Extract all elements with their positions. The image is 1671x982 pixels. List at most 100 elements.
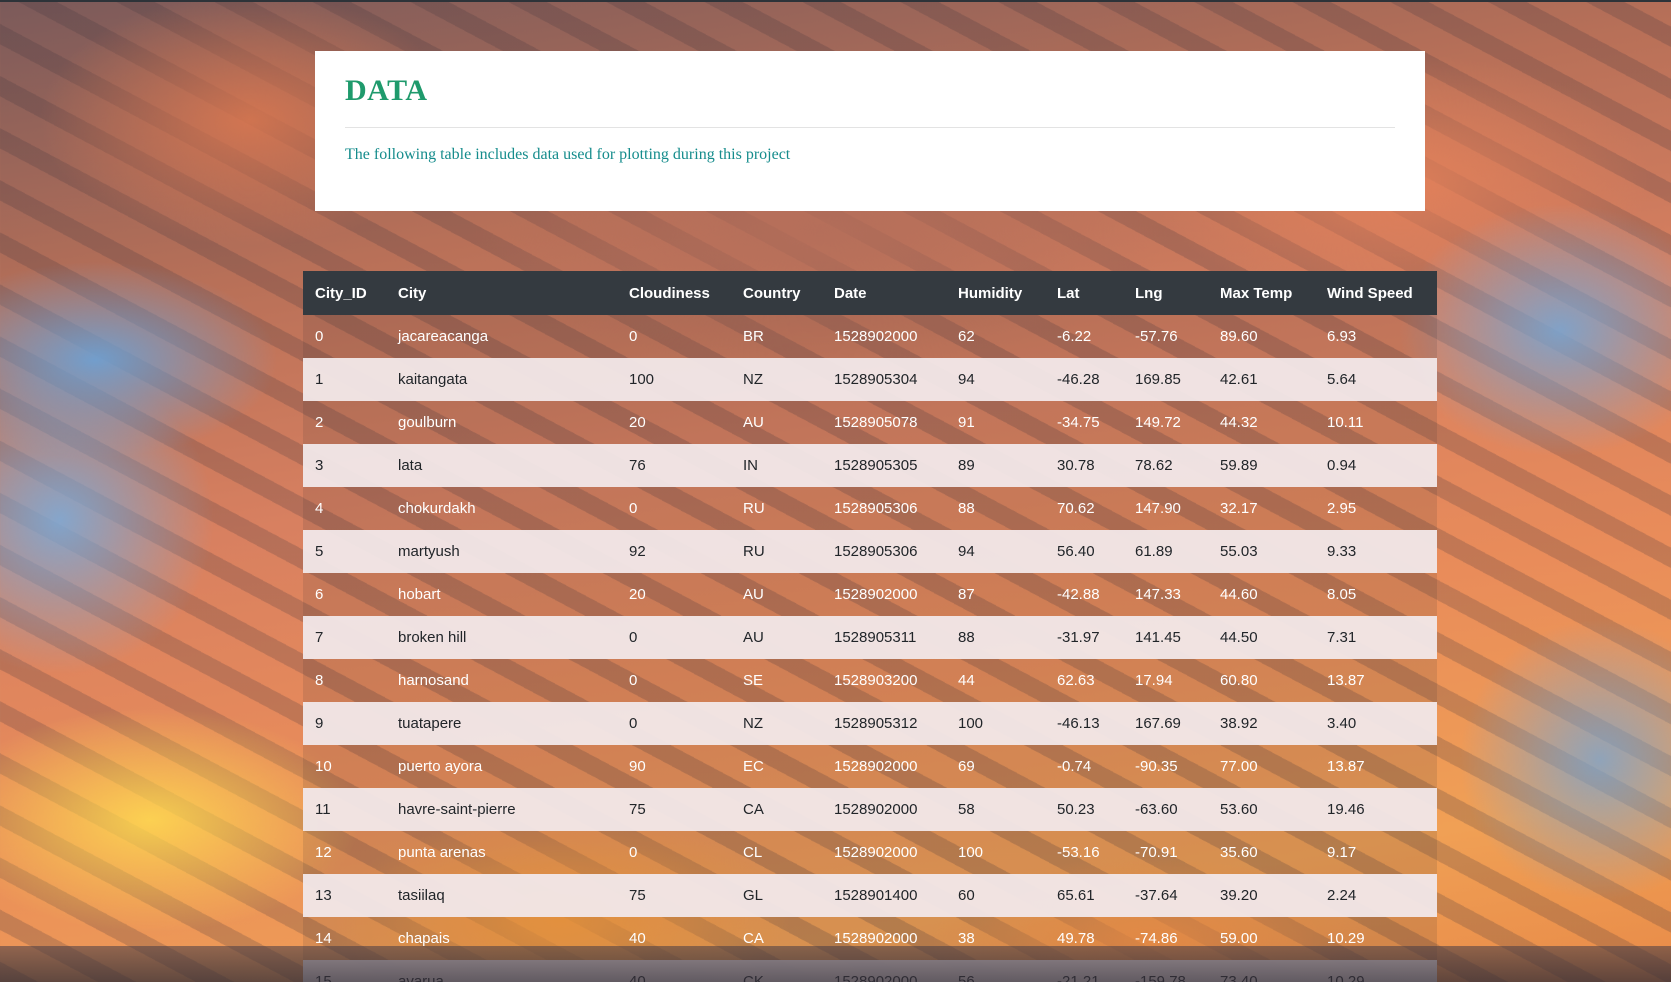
cell-lat: -46.13: [1057, 715, 1100, 732]
cell-city-id: 4: [315, 500, 324, 517]
cell-date: 1528905306: [834, 543, 918, 560]
cell-city: goulburn: [398, 414, 457, 431]
cell-city-id: 7: [315, 629, 324, 646]
cell-city-id: 8: [315, 672, 324, 689]
column-header-lng: Lng: [1135, 284, 1163, 302]
cell-lat: 50.23: [1057, 801, 1095, 818]
cell-max-temp: 42.61: [1220, 371, 1258, 388]
cell-lng: 167.69: [1135, 715, 1181, 732]
cell-wind-speed: 2.24: [1327, 887, 1357, 904]
top-bar: [0, 0, 1671, 2]
cell-country: NZ: [743, 715, 763, 732]
cell-cloudiness: 0: [629, 715, 638, 732]
cell-lat: -42.88: [1057, 586, 1100, 603]
cell-date: 1528903200: [834, 672, 918, 689]
column-header-humidity: Humidity: [958, 284, 1023, 302]
cell-city: broken hill: [398, 629, 467, 646]
cell-cloudiness: 0: [629, 629, 638, 646]
cell-country: CL: [743, 844, 763, 861]
cell-humidity: 94: [958, 371, 975, 388]
data-table-container: City_ID City Cloudiness Country Date Humidity…: [303, 271, 1437, 982]
cell-date: 1528905312: [834, 715, 918, 732]
cell-wind-speed: 2.95: [1327, 500, 1357, 517]
cell-country: AU: [743, 629, 764, 646]
table-row: 9 tuatapere 0 NZ 1528905312 100 -46.13 167.69 38…: [303, 702, 1437, 745]
cell-lat: -53.16: [1057, 844, 1100, 861]
cell-humidity: 100: [958, 715, 984, 732]
cell-cloudiness: 0: [629, 672, 638, 689]
cell-city: kaitangata: [398, 371, 468, 388]
cell-lat: 30.78: [1057, 457, 1095, 474]
column-header-city-id: City_ID: [315, 284, 367, 302]
cell-lng: -70.91: [1135, 844, 1178, 861]
cell-max-temp: 38.92: [1220, 715, 1258, 732]
cell-date: 1528905078: [834, 414, 918, 431]
cell-date: 1528902000: [834, 801, 918, 818]
cell-lat: -0.74: [1057, 758, 1092, 775]
table-row: 8 harnosand 0 SE 1528903200 44 62.63 17.94 60.80…: [303, 659, 1437, 702]
table-header: City_ID City Cloudiness Country Date Humidity…: [303, 271, 1437, 315]
cell-date: 1528902000: [834, 844, 918, 861]
cell-max-temp: 77.00: [1220, 758, 1258, 775]
cell-lat: -31.97: [1057, 629, 1100, 646]
cell-lat: 65.61: [1057, 887, 1095, 904]
cell-city: jacareacanga: [398, 328, 489, 345]
cell-max-temp: 35.60: [1220, 844, 1258, 861]
cell-date: 1528901400: [834, 887, 918, 904]
cell-humidity: 94: [958, 543, 975, 560]
cell-city-id: 9: [315, 715, 324, 732]
cell-city-id: 11: [315, 801, 331, 818]
cell-date: 1528902000: [834, 328, 918, 345]
cell-wind-speed: 5.64: [1327, 371, 1357, 388]
cell-max-temp: 89.60: [1220, 328, 1258, 345]
page-description: The following table includes data used f…: [345, 146, 791, 163]
cell-cloudiness: 100: [629, 371, 655, 388]
cell-humidity: 91: [958, 414, 975, 431]
cell-max-temp: 59.89: [1220, 457, 1258, 474]
cell-country: BR: [743, 328, 764, 345]
cell-lng: 149.72: [1135, 414, 1181, 431]
bottom-overlay: [0, 946, 1671, 982]
cell-city-id: 1: [315, 371, 324, 388]
cell-max-temp: 44.50: [1220, 629, 1258, 646]
table-row: 5 martyush 92 RU 1528905306 94 56.40 61.89 55.03…: [303, 530, 1437, 573]
cell-humidity: 88: [958, 500, 975, 517]
cell-humidity: 69: [958, 758, 975, 775]
column-header-max-temp: Max Temp: [1220, 284, 1293, 302]
header-divider: [345, 127, 1395, 128]
cell-city-id: 12: [315, 844, 332, 861]
table-row: 6 hobart 20 AU 1528902000 87 -42.88 147.33 44.60…: [303, 573, 1437, 616]
cell-max-temp: 39.20: [1220, 887, 1258, 904]
table-row: 2 goulburn 20 AU 1528905078 91 -34.75 149.72 44.…: [303, 401, 1437, 444]
cell-lat: 62.63: [1057, 672, 1095, 689]
table-row: 0 jacareacanga 0 BR 1528902000 62 -6.22 -57.76 8…: [303, 315, 1437, 358]
cell-date: 1528905311: [834, 629, 917, 646]
cell-country: AU: [743, 586, 764, 603]
cell-cloudiness: 0: [629, 328, 638, 345]
cell-date: 1528902000: [834, 758, 918, 775]
column-header-country: Country: [743, 284, 801, 302]
cell-city-id: 5: [315, 543, 324, 560]
cell-cloudiness: 92: [629, 543, 646, 560]
cell-cloudiness: 75: [629, 801, 646, 818]
cell-city: lata: [398, 457, 423, 474]
cell-wind-speed: 9.33: [1327, 543, 1357, 560]
cell-cloudiness: 90: [629, 758, 646, 775]
cell-max-temp: 60.80: [1220, 672, 1258, 689]
cell-lng: 17.94: [1135, 672, 1173, 689]
cell-city: hobart: [398, 586, 441, 603]
cell-cloudiness: 0: [629, 500, 638, 517]
cell-lng: 141.45: [1135, 629, 1181, 646]
column-header-city: City: [398, 284, 427, 302]
cell-lng: 147.90: [1135, 500, 1181, 517]
cell-lat: -46.28: [1057, 371, 1100, 388]
table-row: 12 punta arenas 0 CL 1528902000 100 -53.16 -70.…: [303, 831, 1437, 874]
cell-city: tuatapere: [398, 715, 462, 732]
cell-city: harnosand: [398, 672, 469, 689]
cell-lng: -37.64: [1135, 887, 1178, 904]
cell-city-id: 0: [315, 328, 324, 345]
cell-humidity: 44: [958, 672, 975, 689]
cell-wind-speed: 13.87: [1327, 672, 1365, 689]
cell-country: RU: [743, 543, 765, 560]
cell-wind-speed: 19.46: [1327, 801, 1365, 818]
